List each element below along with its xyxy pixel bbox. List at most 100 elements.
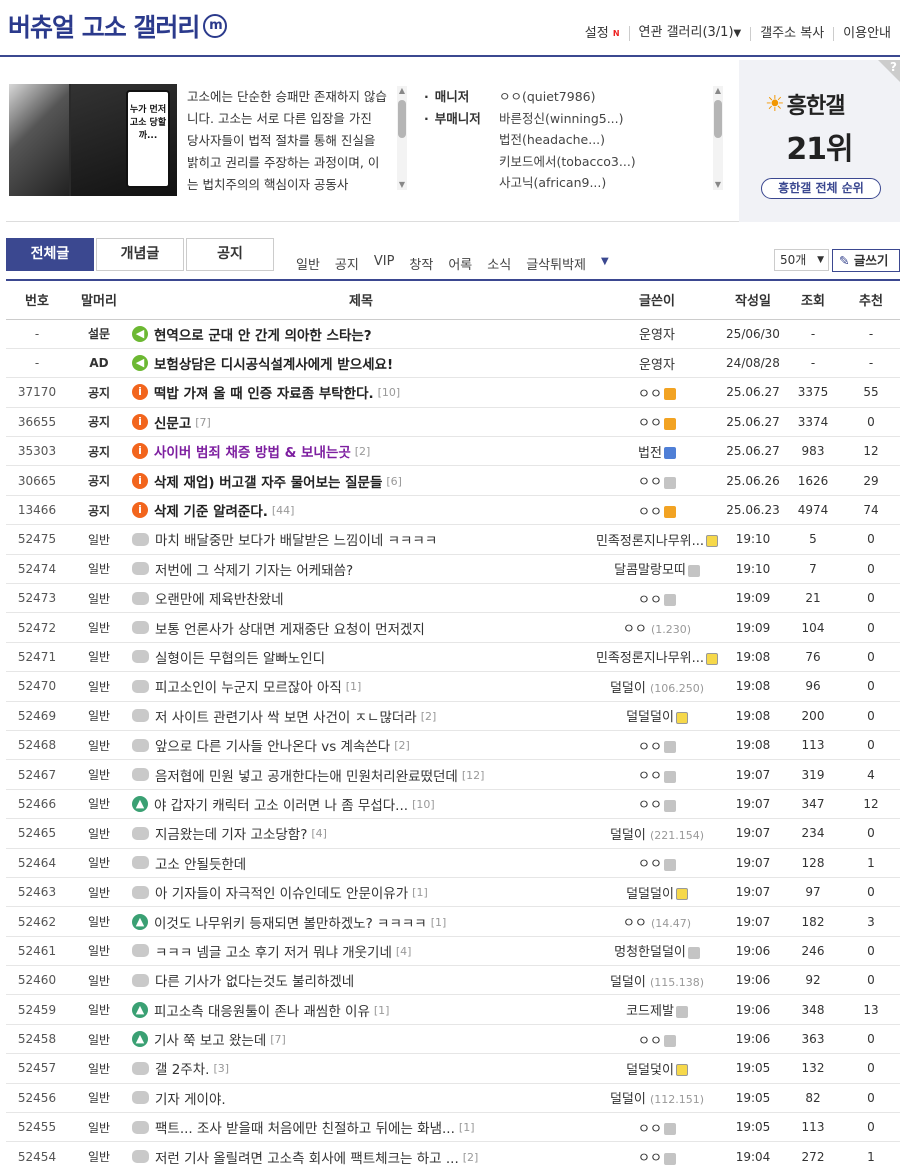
writer-name[interactable]: 달콤말랑모띠	[614, 563, 686, 578]
table-row[interactable]: 52455 일반 팩트... 조사 받을때 처음에만 친절하고 뒤에는 화냄... […	[6, 1112, 900, 1143]
scroll-up-icon[interactable]: ▲	[713, 86, 723, 96]
table-row[interactable]: 52475 일반 마치 배달중만 보다가 배달받은 느낌이네 ㅋㅋㅋㅋ 민족정론지나무…	[6, 524, 900, 555]
post-writer[interactable]: ㅇㅇ	[592, 1112, 722, 1143]
writer-name[interactable]: 덜덜이	[610, 975, 646, 990]
post-subject[interactable]: ◀ 보험상담은 디시공식설계사에게 받으세요!	[130, 348, 592, 379]
writer-name[interactable]: 덜덜이	[610, 681, 646, 696]
post-subject[interactable]: 실형이든 무협의든 알빠노인디	[130, 642, 592, 673]
manager-scrollbar[interactable]: ▲ ▼	[713, 86, 723, 190]
post-subject[interactable]: ㅋㅋㅋ 넴글 고소 후기 저거 뭐냐 개웃기네 [4]	[130, 936, 592, 967]
writer-name[interactable]: 운영자	[639, 328, 675, 343]
writer-name[interactable]: ㅇㅇ	[638, 798, 662, 813]
subhead-news[interactable]: 소식	[487, 254, 511, 273]
post-writer[interactable]: ㅇㅇ (14.47)	[592, 906, 722, 937]
post-writer[interactable]: ㅇㅇ	[592, 759, 722, 790]
post-subject[interactable]: i 삭제 재업) 버고갤 자주 물어보는 질문들 [6]	[130, 465, 592, 496]
table-row[interactable]: 52467 일반 음저협에 민원 넣고 공개한다는애 민원처리완료떴던데 [12] ㅇㅇ…	[6, 759, 900, 790]
post-writer[interactable]: 달콤말랑모띠	[592, 554, 722, 585]
post-writer[interactable]: 덜덜덫이	[592, 1053, 722, 1084]
writer-name[interactable]: 덜덜이	[610, 1092, 646, 1107]
writer-name[interactable]: ㅇㅇ	[638, 740, 662, 755]
gallery-cover-image[interactable]: 누가 먼저 고소 당할까...	[9, 84, 177, 196]
writer-name[interactable]: 멍청한덜덜이	[614, 945, 686, 960]
table-row[interactable]: 52466 일반 ▲ 야 갑자기 캐릭터 고소 이러면 나 좀 무섭다... [10] ㅇ…	[6, 789, 900, 820]
post-subject[interactable]: 음저협에 민원 넣고 공개한다는애 민원처리완료떴던데 [12]	[130, 759, 592, 790]
post-writer[interactable]: ㅇㅇ	[592, 789, 722, 820]
post-subject[interactable]: ▲ 피고소측 대응원툴이 존나 괘씸한 이유 [1]	[130, 994, 592, 1025]
comment-count[interactable]: [4]	[311, 827, 327, 840]
writer-name[interactable]: 운영자	[639, 358, 675, 373]
post-writer[interactable]: 운영자	[592, 348, 722, 379]
post-writer[interactable]: 운영자	[592, 319, 722, 349]
post-subject[interactable]: 고소 안될듯한데	[130, 848, 592, 878]
post-writer[interactable]: ㅇㅇ	[592, 1141, 722, 1169]
sub-manager-name[interactable]: 법전(headache...)	[499, 129, 636, 151]
table-row[interactable]: 52465 일반 지금왔는데 기자 고소당함? [4] 덜덜이 (221.154) 19:…	[6, 818, 900, 849]
post-title[interactable]: 기사 쭉 보고 왔는데	[154, 1033, 266, 1049]
writer-name[interactable]: 민족정론지나무위...	[596, 651, 704, 666]
post-title[interactable]: 기자 게이야.	[155, 1092, 226, 1108]
per-page-select[interactable]: 50개 ▼	[774, 249, 829, 271]
post-title[interactable]: 보험상담은 디시공식설계사에게 받으세요!	[154, 357, 393, 373]
post-subject[interactable]: ▲ 이것도 나무위키 등재되면 볼만하겠노? ㅋㅋㅋㅋ [1]	[130, 906, 592, 937]
comment-count[interactable]: [1]	[374, 1004, 390, 1017]
post-writer[interactable]: 민족정론지나무위...	[592, 524, 722, 555]
related-gallery-dropdown[interactable]: 연관 갤러리(3/1)▼	[628, 26, 751, 41]
writer-name[interactable]: ㅇㅇ	[638, 857, 662, 872]
description-scrollbar[interactable]: ▲ ▼	[397, 86, 407, 190]
tab-notice[interactable]: 공지	[186, 238, 274, 271]
comment-count[interactable]: [1]	[459, 1121, 475, 1134]
guide-link[interactable]: 이용안내	[833, 26, 900, 41]
writer-name[interactable]: ㅇㅇ	[638, 1122, 662, 1137]
post-subject[interactable]: 갤 2주차. [3]	[130, 1053, 592, 1084]
table-row[interactable]: 52472 일반 보통 언론사가 상대면 게재중단 요청이 먼저겠지 ㅇㅇ (1.23…	[6, 612, 900, 643]
writer-name[interactable]: ㅇㅇ	[623, 622, 647, 637]
post-writer[interactable]: 법전	[592, 436, 722, 467]
post-writer[interactable]: ㅇㅇ	[592, 407, 722, 438]
writer-name[interactable]: ㅇㅇ	[638, 505, 662, 520]
post-title[interactable]: 오랜만에 제육반찬왔네	[155, 592, 284, 608]
post-title[interactable]: 마치 배달중만 보다가 배달받은 느낌이네 ㅋㅋㅋㅋ	[155, 533, 437, 549]
full-ranking-button[interactable]: 흥한갤 전체 순위	[761, 178, 881, 199]
post-writer[interactable]: ㅇㅇ	[592, 848, 722, 878]
subhead-general[interactable]: 일반	[296, 254, 320, 273]
scroll-down-icon[interactable]: ▼	[713, 180, 723, 190]
comment-count[interactable]: [2]	[421, 710, 437, 723]
post-title[interactable]: 팩트... 조사 받을때 처음에만 친절하고 뒤에는 화냄...	[155, 1121, 455, 1137]
writer-name[interactable]: 코드제발	[626, 1004, 674, 1019]
comment-count[interactable]: [6]	[386, 475, 402, 488]
table-row[interactable]: 52468 일반 앞으로 다른 기사들 안나온다 vs 계속쓴다 [2] ㅇㅇ 19:08…	[6, 730, 900, 761]
post-writer[interactable]: ㅇㅇ	[592, 1024, 722, 1055]
settings-link[interactable]: 설정 N	[576, 26, 629, 41]
post-subject[interactable]: ▲ 기사 쭉 보고 왔는데 [7]	[130, 1024, 592, 1055]
tab-all[interactable]: 전체글	[6, 238, 94, 271]
subhead-vip[interactable]: VIP	[374, 254, 395, 273]
comment-count[interactable]: [2]	[463, 1151, 479, 1164]
post-title[interactable]: 떡밥 가져 올 때 인증 자료좀 부탁한다.	[154, 386, 374, 402]
table-row[interactable]: 52471 일반 실형이든 무협의든 알빠노인디 민족정론지나무위... 19:08 76…	[6, 642, 900, 673]
post-title[interactable]: 삭제 재업) 버고갤 자주 물어보는 질문들	[154, 475, 382, 491]
manager-name[interactable]: ㅇㅇ(quiet7986)	[499, 86, 596, 108]
post-subject[interactable]: 앞으로 다른 기사들 안나온다 vs 계속쓴다 [2]	[130, 730, 592, 761]
table-row[interactable]: 52463 일반 아 기자들이 자극적인 이슈인데도 안문이유가 [1] 덜덜덜이 19:…	[6, 877, 900, 908]
tab-recommended[interactable]: 개념글	[96, 238, 184, 271]
table-row[interactable]: 52469 일반 저 사이트 관련기사 싹 보면 사건이 ㅈㄴ많더라 [2] 덜덜덜이 1…	[6, 701, 900, 731]
sub-manager-name[interactable]: 바른정신(winning5...)	[499, 108, 636, 130]
writer-name[interactable]: ㅇㅇ	[638, 1034, 662, 1049]
table-row[interactable]: 52461 일반 ㅋㅋㅋ 넴글 고소 후기 저거 뭐냐 개웃기네 [4] 멍청한덜덜이 1…	[6, 936, 900, 967]
table-row[interactable]: 30665 공지 i 삭제 재업) 버고갤 자주 물어보는 질문들 [6] ㅇㅇ 25.06…	[6, 465, 900, 496]
post-title[interactable]: 현역으로 군대 안 간게 의아한 스타는?	[154, 328, 372, 344]
post-subject[interactable]: ◀ 현역으로 군대 안 간게 의아한 스타는?	[130, 319, 592, 349]
scroll-down-icon[interactable]: ▼	[397, 180, 407, 190]
post-title[interactable]: 삭제 기준 알려준다.	[154, 504, 268, 520]
post-subject[interactable]: 아 기자들이 자극적인 이슈인데도 안문이유가 [1]	[130, 877, 592, 908]
table-row[interactable]: - AD ◀ 보험상담은 디시공식설계사에게 받으세요! 운영자 24/08/28- -	[6, 348, 900, 379]
post-title[interactable]: 지금왔는데 기자 고소당함?	[155, 827, 307, 843]
post-writer[interactable]: 덜덜이 (106.250)	[592, 671, 722, 702]
writer-name[interactable]: ㅇㅇ	[638, 1151, 662, 1166]
post-subject[interactable]: i 신문고 [7]	[130, 407, 592, 438]
table-row[interactable]: 35303 공지 i 사이버 범죄 채증 방법 & 보내는곳 [2] 법전 25.06.27…	[6, 436, 900, 467]
comment-count[interactable]: [1]	[412, 886, 428, 899]
post-subject[interactable]: 다른 기사가 없다는것도 불리하겠네	[130, 965, 592, 996]
post-subject[interactable]: 피고소인이 누군지 모르잖아 아직 [1]	[130, 671, 592, 702]
